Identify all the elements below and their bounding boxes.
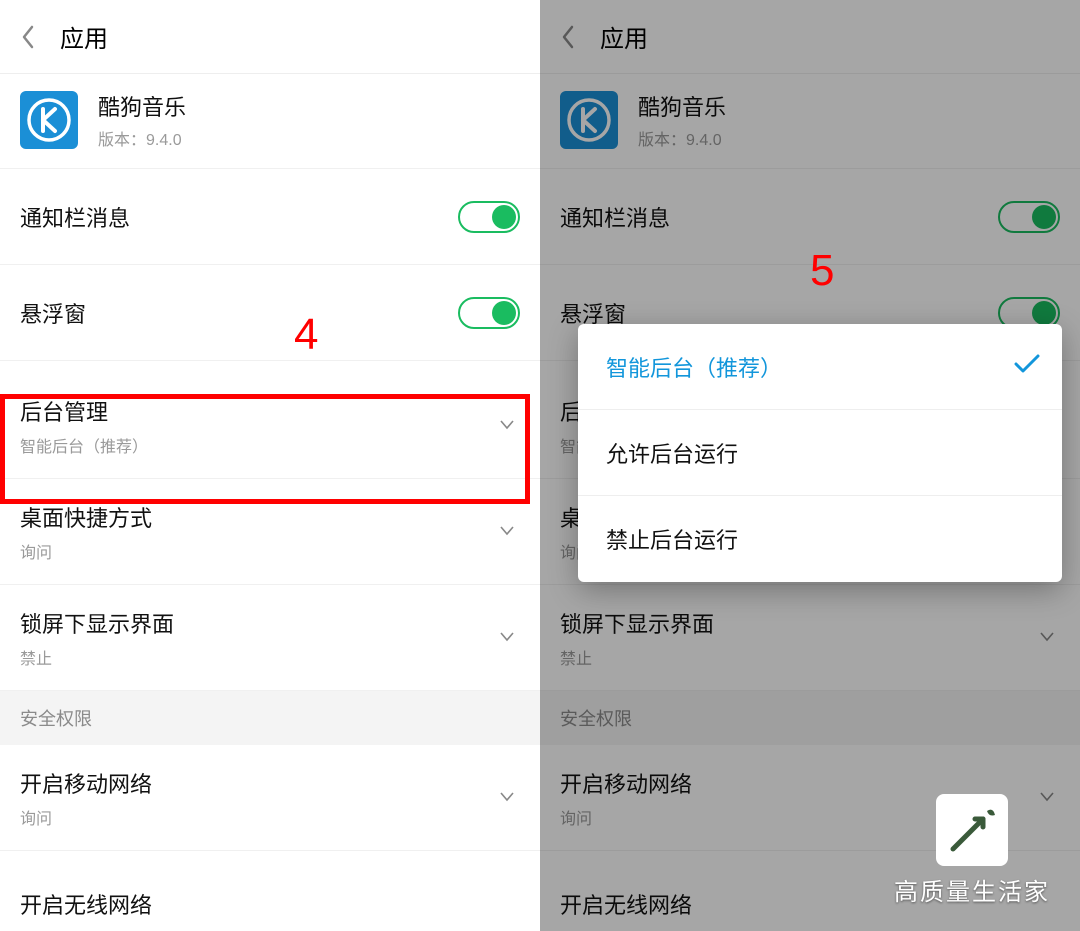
float-window-toggle[interactable] <box>458 297 520 329</box>
security-section-header: 安全权限 <box>0 691 540 745</box>
float-window-row[interactable]: 悬浮窗 <box>0 265 540 361</box>
lock-screen-ui-label: 锁屏下显示界面 <box>560 607 714 639</box>
popup-option-label: 允许后台运行 <box>606 437 738 469</box>
lock-screen-ui-sub: 禁止 <box>20 645 52 669</box>
back-icon[interactable] <box>554 23 582 51</box>
float-window-label: 悬浮窗 <box>20 297 458 329</box>
notification-bar-label: 通知栏消息 <box>20 201 458 233</box>
screen-step-4: 应用 酷狗音乐 版本：9.4.0 通知栏消息 悬浮窗 4 后台管理 智能后台（推… <box>0 0 540 931</box>
chevron-down-icon <box>500 629 514 647</box>
notification-toggle[interactable] <box>458 201 520 233</box>
popup-option-forbid-background[interactable]: 禁止后台运行 <box>578 496 1062 582</box>
background-mgmt-label: 后台管理 <box>20 395 108 427</box>
header-bar: 应用 <box>0 0 540 74</box>
lock-screen-ui-label: 锁屏下显示界面 <box>20 607 174 639</box>
app-version: 版本：9.4.0 <box>98 126 186 150</box>
chevron-down-icon <box>500 523 514 541</box>
mobile-data-row[interactable]: 开启移动网络 询问 <box>0 745 540 851</box>
app-version: 版本：9.4.0 <box>638 126 726 150</box>
check-icon <box>1014 354 1040 380</box>
app-info-row: 酷狗音乐 版本：9.4.0 <box>540 74 1080 169</box>
mobile-data-label: 开启移动网络 <box>560 767 692 799</box>
chevron-down-icon <box>500 417 514 435</box>
header-title: 应用 <box>60 19 108 54</box>
desktop-shortcut-sub: 询问 <box>20 539 52 563</box>
background-mgmt-popup: 智能后台（推荐） 允许后台运行 禁止后台运行 <box>578 324 1062 582</box>
notification-bar-label: 通知栏消息 <box>560 201 998 233</box>
mobile-data-sub: 询问 <box>20 805 52 829</box>
app-name: 酷狗音乐 <box>638 90 726 122</box>
step-number-annotation: 5 <box>810 246 834 296</box>
wifi-label: 开启无线网络 <box>560 888 692 920</box>
wifi-row[interactable]: 开启无线网络 <box>0 851 540 931</box>
app-icon-kugou <box>560 91 618 149</box>
lock-screen-ui-row[interactable]: 锁屏下显示界面 禁止 <box>540 585 1080 691</box>
lock-screen-ui-row[interactable]: 锁屏下显示界面 禁止 <box>0 585 540 691</box>
popup-option-label: 禁止后台运行 <box>606 523 738 555</box>
popup-option-smart-background[interactable]: 智能后台（推荐） <box>578 324 1062 410</box>
desktop-shortcut-label: 桌面快捷方式 <box>20 501 152 533</box>
mobile-data-label: 开启移动网络 <box>20 767 152 799</box>
chevron-down-icon <box>1040 629 1054 647</box>
wifi-label: 开启无线网络 <box>20 888 152 920</box>
notification-bar-row[interactable]: 通知栏消息 <box>0 169 540 265</box>
app-info-row: 酷狗音乐 版本：9.4.0 <box>0 74 540 169</box>
notification-toggle[interactable] <box>998 201 1060 233</box>
mobile-data-sub: 询问 <box>560 805 592 829</box>
security-section-header: 安全权限 <box>540 691 1080 745</box>
background-mgmt-sub: 智能后台（推荐） <box>20 433 148 457</box>
app-name: 酷狗音乐 <box>98 90 186 122</box>
back-icon[interactable] <box>14 23 42 51</box>
desktop-shortcut-row[interactable]: 桌面快捷方式 询问 <box>0 479 540 585</box>
chevron-down-icon <box>500 789 514 807</box>
popup-option-allow-background[interactable]: 允许后台运行 <box>578 410 1062 496</box>
watermark-logo-icon <box>936 794 1008 866</box>
watermark-text: 高质量生活家 <box>894 872 1050 907</box>
popup-option-label: 智能后台（推荐） <box>606 351 782 383</box>
screen-step-5: 应用 酷狗音乐 版本：9.4.0 通知栏消息 悬浮窗 后台管理 智能后台（推荐） <box>540 0 1080 931</box>
app-icon-kugou <box>20 91 78 149</box>
background-mgmt-row[interactable]: 后台管理 智能后台（推荐） <box>0 373 540 479</box>
lock-screen-ui-sub: 禁止 <box>560 645 592 669</box>
watermark: 高质量生活家 <box>894 794 1050 907</box>
header-bar: 应用 <box>540 0 1080 74</box>
step-number-annotation: 4 <box>294 310 318 360</box>
header-title: 应用 <box>600 19 648 54</box>
